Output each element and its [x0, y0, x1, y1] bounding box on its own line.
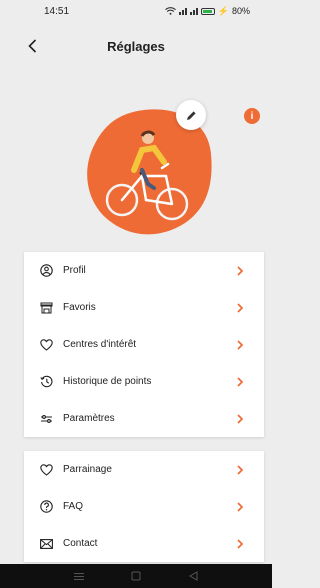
- menu-item-favoris[interactable]: Favoris: [24, 289, 264, 326]
- menu-item-label: Profil: [63, 265, 86, 276]
- menu-item-label: Favoris: [63, 302, 96, 313]
- chevron-right-icon: [237, 302, 244, 313]
- chevron-right-icon: [237, 376, 244, 387]
- menu-item-label: Parrainage: [63, 464, 112, 475]
- edit-avatar-button[interactable]: [176, 100, 206, 130]
- chevron-right-icon: [237, 265, 244, 276]
- heart-outline-icon: [38, 337, 54, 353]
- menu-item-contact[interactable]: Contact: [24, 525, 264, 562]
- menu-nav-button[interactable]: [72, 571, 86, 581]
- menu-item-label: Paramètres: [63, 413, 115, 424]
- signal-icon-2: [189, 7, 198, 15]
- menu-item-label: Centres d'intérêt: [63, 339, 137, 350]
- sliders-icon: [38, 411, 54, 427]
- chevron-right-icon: [237, 339, 244, 350]
- back-nav-button[interactable]: [186, 571, 200, 581]
- battery-level: 80%: [231, 6, 250, 16]
- signal-icon: [178, 7, 187, 15]
- chevron-right-icon: [237, 413, 244, 424]
- profile-hero: i: [0, 70, 272, 242]
- battery-icon: [200, 7, 215, 15]
- wifi-icon: [164, 7, 176, 15]
- question-circle-icon: [38, 499, 54, 515]
- menu-item-centres-interet[interactable]: Centres d'intérêt: [24, 326, 264, 363]
- menu-item-profil[interactable]: Profil: [24, 252, 264, 289]
- info-badge[interactable]: i: [244, 108, 260, 124]
- storefront-icon: [38, 300, 54, 316]
- page-title: Réglages: [107, 38, 165, 54]
- chevron-left-icon: [27, 39, 36, 53]
- charging-icon: ⚡: [217, 5, 229, 16]
- home-nav-button[interactable]: [129, 571, 143, 581]
- menu-item-label: Historique de points: [63, 376, 152, 387]
- menu-item-label: Contact: [63, 538, 98, 549]
- menu-item-faq[interactable]: FAQ: [24, 488, 264, 525]
- mail-icon: [38, 536, 54, 552]
- menu-item-label: FAQ: [63, 501, 84, 512]
- status-indicators: ⚡ 80%: [164, 5, 250, 17]
- status-bar: 14:51 ⚡ 80%: [0, 0, 272, 22]
- pencil-icon: [186, 110, 196, 120]
- back-button[interactable]: [20, 34, 44, 58]
- system-nav-bar: [0, 564, 272, 588]
- chevron-right-icon: [237, 464, 244, 475]
- menu-icon: [73, 572, 84, 580]
- back-triangle-icon: [188, 571, 198, 581]
- menu-item-parametres[interactable]: Paramètres: [24, 400, 264, 437]
- header: Réglages: [0, 22, 272, 70]
- chevron-right-icon: [237, 501, 244, 512]
- history-icon: [38, 374, 54, 390]
- chevron-right-icon: [237, 538, 244, 549]
- menu-item-parrainage[interactable]: Parrainage: [24, 451, 264, 488]
- menu-item-historique[interactable]: Historique de points: [24, 363, 264, 400]
- user-circle-icon: [38, 263, 54, 279]
- settings-card-secondary: Parrainage FAQ Contact: [24, 451, 264, 562]
- home-square-icon: [131, 571, 141, 581]
- settings-card-main: Profil Favoris Centres d'intérêt Histori…: [24, 252, 264, 437]
- status-time: 14:51: [44, 5, 70, 17]
- heart-outline-icon: [38, 462, 54, 478]
